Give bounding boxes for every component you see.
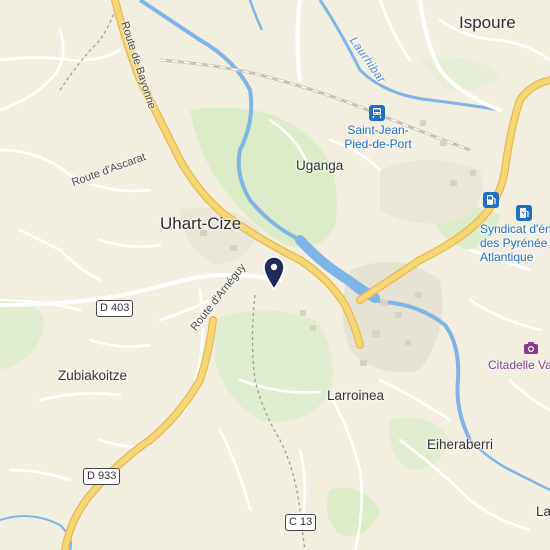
citadelle-label[interactable]: Citadelle Vau — [488, 359, 550, 371]
syndicat-label-line3: Atlantique — [480, 249, 534, 264]
place-label-larroinea[interactable]: Larroinea — [327, 389, 384, 403]
fuel-station-icon[interactable] — [483, 192, 499, 208]
place-label-uhart-cize[interactable]: Uhart-Cize — [160, 215, 241, 232]
place-label-eiheraberri[interactable]: Eiheraberri — [427, 438, 493, 452]
location-pin-icon[interactable] — [262, 256, 286, 290]
ev-charging-icon[interactable] — [516, 205, 532, 221]
road-shield-d933: D 933 — [83, 468, 121, 485]
place-label-ispoure[interactable]: Ispoure — [459, 14, 516, 31]
road-shield-c13: C 13 — [285, 514, 317, 531]
train-station-label-line2: Pied-de-Port — [344, 136, 412, 151]
train-station-icon[interactable] — [369, 105, 385, 121]
road-shield-d403: D 403 — [96, 300, 134, 317]
train-station-label-line1: Saint-Jean- — [347, 123, 409, 137]
place-label-la[interactable]: La — [536, 505, 550, 519]
train-station-label[interactable]: Saint-Jean- Pied-de-Port — [343, 123, 413, 152]
syndicat-label-line1: Syndicat d'éne — [480, 222, 550, 236]
map-canvas[interactable]: Ispoure Uhart-Cize Uganga Zubiakoitze La… — [0, 0, 550, 550]
syndicat-label-line2: des Pyrénée — [480, 235, 548, 250]
camera-icon[interactable] — [523, 341, 539, 355]
place-label-uganga[interactable]: Uganga — [296, 159, 343, 173]
syndicat-label[interactable]: Syndicat d'éne des Pyrénée Atlantique — [480, 222, 550, 264]
place-label-zubiakoitze[interactable]: Zubiakoitze — [58, 369, 127, 383]
